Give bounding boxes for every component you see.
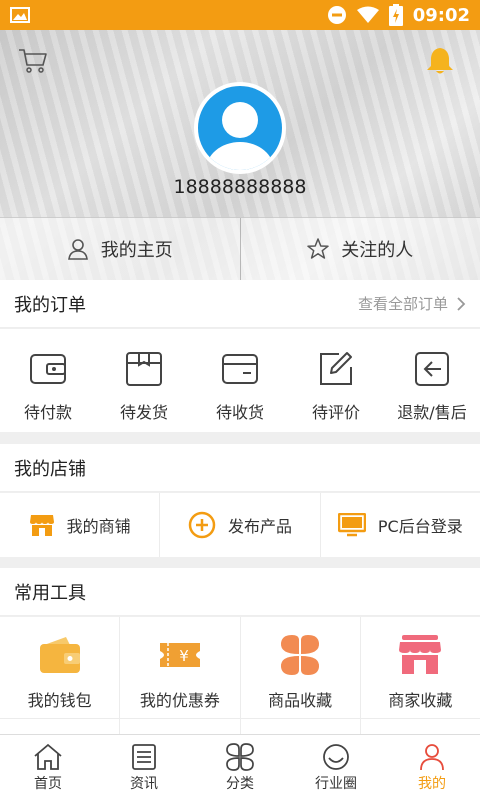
wifi-icon bbox=[356, 6, 379, 23]
publish-product-button[interactable]: 发布产品 bbox=[159, 493, 319, 557]
tab-label: 我的 bbox=[418, 775, 446, 792]
box-icon bbox=[126, 352, 162, 386]
order-item-label: 待评价 bbox=[311, 403, 360, 422]
my-homepage-label: 我的主页 bbox=[100, 240, 173, 261]
tab-industry-circle[interactable]: 行业圈 bbox=[288, 735, 384, 800]
battery-icon bbox=[388, 4, 403, 26]
wallet-icon bbox=[30, 354, 66, 384]
order-pending-payment[interactable]: 待付款 bbox=[0, 329, 96, 432]
following-label: 关注的人 bbox=[341, 240, 414, 261]
orders-title: 我的订单 bbox=[14, 294, 86, 316]
following-button[interactable]: 关注的人 bbox=[239, 218, 480, 280]
order-refund-aftersale[interactable]: 退款/售后 bbox=[384, 329, 480, 432]
pc-admin-login-button[interactable]: PC后台登录 bbox=[319, 493, 480, 557]
svg-text:¥: ¥ bbox=[179, 647, 189, 665]
tools-section-header: 常用工具 bbox=[0, 568, 480, 616]
tab-label: 行业圈 bbox=[315, 775, 357, 792]
user-icon bbox=[67, 239, 88, 260]
tool-label: 我的钱包 bbox=[27, 691, 92, 710]
order-item-label: 待收货 bbox=[215, 403, 264, 422]
tab-label: 分类 bbox=[226, 775, 254, 792]
tab-category[interactable]: 分类 bbox=[192, 735, 288, 800]
my-store-button[interactable]: 我的商铺 bbox=[0, 493, 159, 557]
orders-section-header: 我的订单 查看全部订单 bbox=[0, 280, 480, 328]
smile-icon bbox=[323, 743, 349, 770]
card-icon bbox=[222, 354, 258, 384]
bottom-tab-bar: 首页 资讯 分类 行业圈 我的 bbox=[0, 734, 480, 800]
profile-header: 18888888888 我的主页 关注的人 bbox=[0, 30, 480, 280]
product-favorites-button[interactable]: 商品收藏 bbox=[239, 617, 360, 734]
order-pending-review[interactable]: 待评价 bbox=[288, 329, 384, 432]
wallet-icon bbox=[39, 637, 80, 673]
tool-label: 我的优惠券 bbox=[139, 691, 220, 710]
plus-circle-icon bbox=[188, 511, 216, 539]
shopping-cart-icon[interactable] bbox=[18, 48, 48, 74]
tools-grid: 我的钱包 ¥ 我的优惠券 商品收藏 商家收藏 bbox=[0, 617, 480, 734]
profile-icon bbox=[420, 743, 444, 770]
clover-icon bbox=[281, 635, 320, 675]
view-all-orders-link[interactable]: 查看全部订单 bbox=[358, 293, 466, 314]
bell-icon[interactable] bbox=[424, 46, 456, 76]
view-all-orders-label: 查看全部订单 bbox=[357, 295, 448, 313]
tools-title: 常用工具 bbox=[14, 582, 86, 604]
home-icon bbox=[34, 743, 62, 770]
monitor-icon bbox=[337, 513, 366, 537]
tab-label: 首页 bbox=[34, 775, 62, 792]
tab-mine[interactable]: 我的 bbox=[384, 735, 480, 800]
status-time: 09:02 bbox=[412, 4, 470, 26]
default-user-icon bbox=[206, 102, 274, 170]
orders-row: 待付款 待发货 待收货 待评价 退款/售后 bbox=[0, 329, 480, 432]
pc-admin-login-label: PC后台登录 bbox=[377, 517, 463, 536]
order-pending-receipt[interactable]: 待收货 bbox=[192, 329, 288, 432]
shop-section-header: 我的店铺 bbox=[0, 444, 480, 492]
shop-icon bbox=[399, 635, 442, 674]
my-wallet-button[interactable]: 我的钱包 bbox=[0, 617, 119, 734]
tools-grid-next-row bbox=[0, 718, 480, 734]
edit-icon bbox=[320, 352, 352, 385]
news-icon bbox=[132, 743, 156, 770]
tab-label: 资讯 bbox=[130, 775, 158, 792]
tool-label: 商家收藏 bbox=[388, 691, 453, 710]
avatar[interactable] bbox=[194, 82, 286, 174]
order-item-label: 待发货 bbox=[119, 403, 168, 422]
my-coupons-button[interactable]: ¥ 我的优惠券 bbox=[119, 617, 239, 734]
header-tabs: 我的主页 关注的人 bbox=[0, 217, 480, 280]
category-icon bbox=[226, 742, 254, 771]
shop-row: 我的商铺 发布产品 PC后台登录 bbox=[0, 493, 480, 557]
publish-product-label: 发布产品 bbox=[227, 517, 292, 536]
return-icon bbox=[415, 352, 449, 386]
user-phone: 18888888888 bbox=[173, 176, 307, 198]
do-not-disturb-icon bbox=[327, 6, 346, 24]
my-store-label: 我的商铺 bbox=[66, 517, 131, 536]
order-item-label: 待付款 bbox=[23, 403, 72, 422]
order-pending-shipment[interactable]: 待发货 bbox=[96, 329, 192, 432]
my-homepage-button[interactable]: 我的主页 bbox=[0, 218, 240, 280]
coupon-icon: ¥ bbox=[159, 643, 200, 667]
chevron-right-icon bbox=[457, 296, 466, 311]
tool-label: 商品收藏 bbox=[268, 691, 333, 710]
tab-home[interactable]: 首页 bbox=[0, 735, 96, 800]
status-bar: 09:02 bbox=[0, 0, 480, 30]
star-icon bbox=[307, 238, 329, 259]
shop-title: 我的店铺 bbox=[14, 458, 86, 480]
merchant-favorites-button[interactable]: 商家收藏 bbox=[359, 617, 480, 734]
tab-news[interactable]: 资讯 bbox=[96, 735, 192, 800]
order-item-label: 退款/售后 bbox=[397, 403, 467, 422]
store-icon bbox=[29, 515, 54, 536]
image-notification-icon bbox=[10, 7, 30, 23]
